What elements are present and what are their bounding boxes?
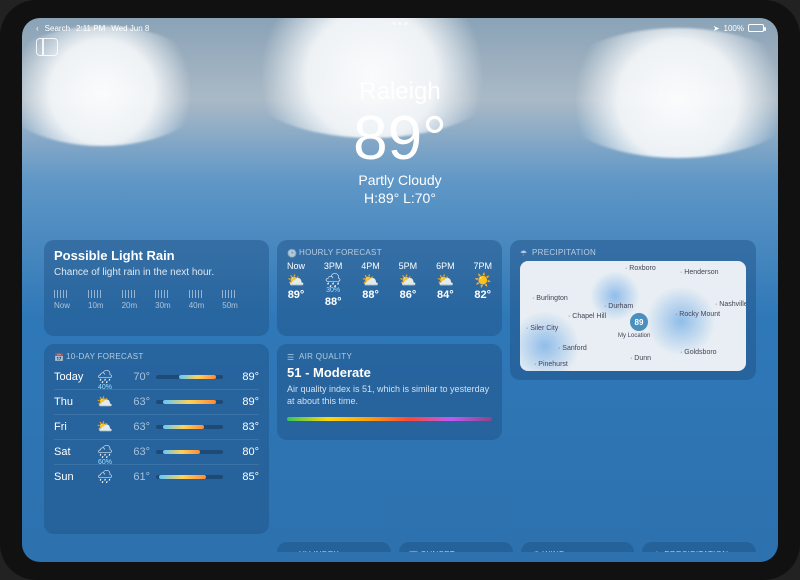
weather-icon: 🌧 [324,273,342,287]
minute-tick: 50m [222,290,238,310]
aq-label: AIR QUALITY [299,352,352,361]
ten-day-label: 10-DAY FORECAST [66,352,144,361]
precipitation-map-card[interactable]: ☂ PRECIPITATION 89 My Location · Roxboro ·… [510,240,756,380]
umbrella-icon: ☂ [520,249,528,257]
weather-icon: ⛅ [94,419,116,435]
map-city-label: · Siler City [526,325,558,332]
droplet-icon: 💧 [652,551,660,553]
map-city-label: · Chapel Hill [568,313,606,320]
precipitation-map[interactable]: 89 My Location · Roxboro · Henderson · Bur… [520,261,746,371]
sunset-card[interactable]: 🌅SUNSET 8:29PM [399,542,513,552]
map-city-label: · Goldsboro [680,349,717,356]
current-condition: Partly Cloudy [22,172,778,188]
back-chevron-icon: ‹ [36,24,39,33]
map-city-label: · Dunn [630,355,651,362]
wind-label: WIND [543,550,566,552]
precip-label: PRECIPITATION [664,550,728,552]
air-quality-card[interactable]: ☰ AIR QUALITY 51 - Moderate Air quality i… [277,344,502,440]
hi-lo: H:89° L:70° [22,190,778,206]
minute-tick: Now [54,290,70,310]
wind-icon: 💨 [531,551,539,553]
map-city-label: · Roxboro [625,265,656,272]
precip-map-label: PRECIPITATION [532,248,596,257]
my-location-label: My Location [618,333,650,339]
minute-tick: 10m [88,290,104,310]
hour-column: 5PM⛅86° [399,261,418,308]
hourly-forecast-card[interactable]: 🕑 HOURLY FORECAST Now⛅89° 3PM🌧30%88° 4PM⛅88… [277,240,502,336]
map-city-label: · Rocky Mount [675,311,720,318]
wind-card[interactable]: 💨WIND 6 mph [521,542,635,552]
weather-icon: 🌧40% [94,369,116,385]
aq-scale-bar [287,417,492,421]
weather-icon: ⛅ [437,273,454,287]
hour-column: 3PM🌧30%88° [324,261,343,308]
weather-icon: ⛅ [287,273,304,287]
map-city-label: · Sanford [558,345,587,352]
sidebar-toggle-button[interactable] [36,38,58,56]
minute-tick: 40m [189,290,205,310]
status-time: 2:11 PM [76,24,105,33]
clock-icon: 🕑 [287,249,295,257]
map-city-label: · Burlington [532,295,568,302]
battery-icon [748,24,764,32]
current-temp: 89° [22,108,778,170]
status-back-label[interactable]: Search [45,24,70,33]
precipitation-card[interactable]: 💧PRECIPITATION 0" in last hour [642,542,756,552]
alert-title: Possible Light Rain [54,248,259,263]
forecast-row[interactable]: Thu ⛅ 63° 89° [54,389,259,414]
forecast-row[interactable]: Sat 🌧60% 63° 80° [54,439,259,464]
forecast-row[interactable]: Sun 🌧 61° 85° [54,464,259,489]
hour-column: 4PM⛅88° [361,261,380,308]
weather-icon: 🌧60% [94,444,116,460]
aq-icon: ☰ [287,353,295,361]
forecast-row[interactable]: Today 🌧40% 70° 89° [54,365,259,389]
aq-headline: 51 - Moderate [287,365,492,380]
multitask-indicator[interactable] [393,22,408,25]
location-arrow-icon: ➤ [713,24,720,33]
status-date: Wed Jun 8 [111,24,149,33]
sunset-icon: 🌅 [409,551,417,553]
minute-forecast-bar: Now 10m 20m 30m 40m 50m [54,288,259,310]
aq-desc: Air quality index is 51, which is simila… [287,384,492,407]
map-city-label: · Henderson [680,269,719,276]
minute-tick: 20m [122,290,138,310]
ten-day-forecast-card[interactable]: 📅 10-DAY FORECAST Today 🌧40% 70° 89°Thu ⛅… [44,344,269,534]
my-location-pin[interactable]: 89 [630,313,648,331]
battery-pct: 100% [724,24,744,33]
hour-column: 7PM☀️82° [473,261,492,308]
uv-index-card[interactable]: ☀UV INDEX 7 High [277,542,391,552]
hour-column: Now⛅89° [287,261,305,308]
current-conditions: Raleigh 89° Partly Cloudy H:89° L:70° [22,78,778,206]
hour-column: 6PM⛅84° [436,261,455,308]
forecast-row[interactable]: Fri ⛅ 63° 83° [54,414,259,439]
hourly-label: HOURLY FORECAST [299,248,382,257]
weather-icon: 🌧 [94,469,116,485]
map-city-label: · Pinehurst [534,361,568,368]
map-city-label: · Nashville [715,301,746,308]
sun-icon: ☀ [287,551,295,553]
alert-subtitle: Chance of light rain in the next hour. [54,267,259,278]
minute-tick: 30m [155,290,171,310]
calendar-icon: 📅 [54,353,62,361]
map-city-label: · Durham [604,303,633,310]
uv-label: UV INDEX [299,550,339,552]
weather-icon: ⛅ [399,273,416,287]
alert-card[interactable]: Possible Light Rain Chance of light rain… [44,240,269,336]
sunset-label: SUNSET [421,550,455,552]
weather-icon: ⛅ [94,394,116,410]
weather-icon: ⛅ [362,273,379,287]
weather-icon: ☀️ [474,273,491,287]
city-name: Raleigh [22,78,778,106]
